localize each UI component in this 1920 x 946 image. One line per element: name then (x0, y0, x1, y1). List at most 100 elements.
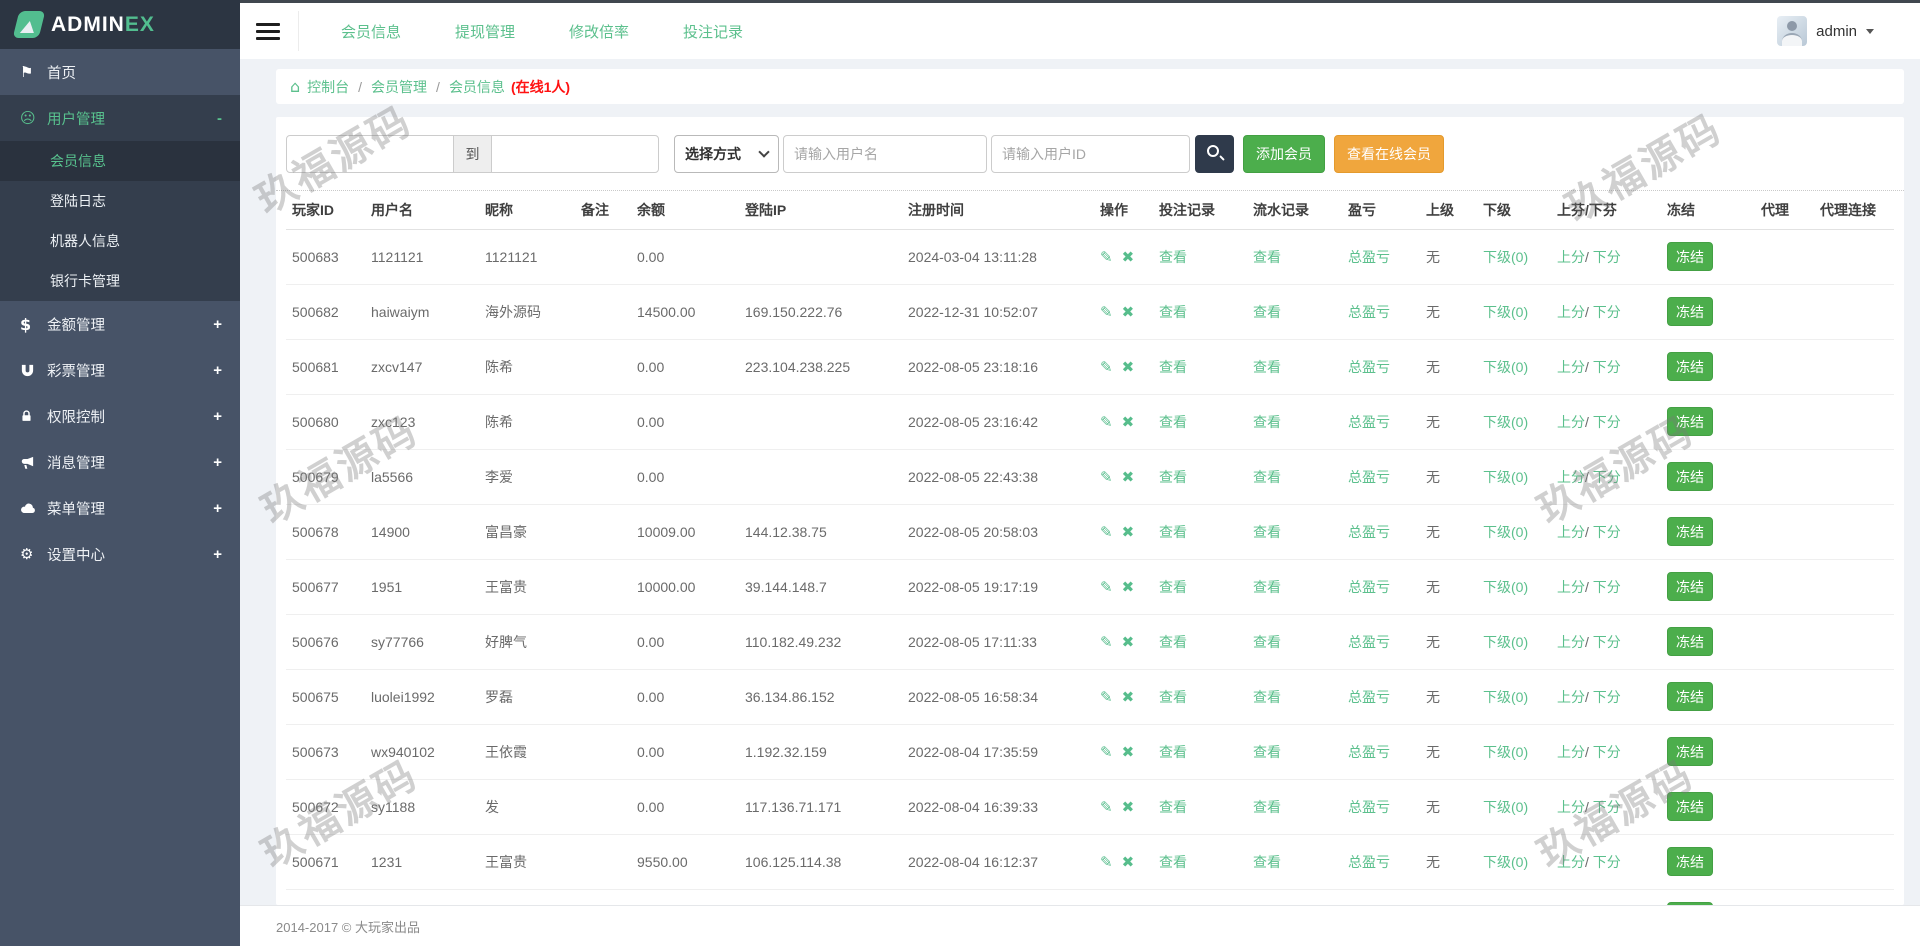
view-bets-link[interactable]: 查看 (1159, 634, 1187, 650)
sidebar-item-permission-control[interactable]: 权限控制 + (0, 393, 240, 439)
freeze-button[interactable]: 冻结 (1667, 847, 1713, 876)
breadcrumb-member-management[interactable]: 会员管理 (371, 77, 427, 97)
freeze-button[interactable]: 冻结 (1667, 572, 1713, 601)
expand-icon[interactable]: + (213, 454, 222, 471)
freeze-button[interactable]: 冻结 (1667, 627, 1713, 656)
expand-icon[interactable]: + (213, 408, 222, 425)
topnav-bet-records[interactable]: 投注记录 (683, 21, 743, 42)
search-button[interactable] (1195, 135, 1234, 173)
delete-icon[interactable]: ✖ (1122, 303, 1135, 321)
view-flow-link[interactable]: 查看 (1253, 689, 1281, 705)
score-up-link[interactable]: 上分 (1557, 744, 1585, 760)
edit-icon[interactable]: ✎ (1100, 413, 1113, 431)
view-bets-link[interactable]: 查看 (1159, 799, 1187, 815)
delete-icon[interactable]: ✖ (1122, 633, 1135, 651)
sidebar-item-home[interactable]: ⚑ 首页 (0, 49, 240, 95)
freeze-button[interactable]: 冻结 (1667, 792, 1713, 821)
view-flow-link[interactable]: 查看 (1253, 854, 1281, 870)
total-profit-link[interactable]: 总盈亏 (1348, 634, 1390, 650)
score-down-link[interactable]: 下分 (1589, 469, 1621, 485)
score-up-link[interactable]: 上分 (1557, 359, 1585, 375)
delete-icon[interactable]: ✖ (1122, 578, 1135, 596)
view-bets-link[interactable]: 查看 (1159, 414, 1187, 430)
view-bets-link[interactable]: 查看 (1159, 524, 1187, 540)
sidebar-item-lottery-management[interactable]: 彩票管理 + (0, 347, 240, 393)
score-down-link[interactable]: 下分 (1589, 579, 1621, 595)
view-flow-link[interactable]: 查看 (1253, 249, 1281, 265)
delete-icon[interactable]: ✖ (1122, 523, 1135, 541)
sidebar-item-amount-management[interactable]: $ 金额管理 + (0, 301, 240, 347)
add-member-button[interactable]: 添加会员 (1243, 135, 1325, 173)
sidebar-item-menu-management[interactable]: 菜单管理 + (0, 485, 240, 531)
edit-icon[interactable]: ✎ (1100, 798, 1113, 816)
score-down-link[interactable]: 下分 (1589, 689, 1621, 705)
delete-icon[interactable]: ✖ (1122, 743, 1135, 761)
view-bets-link[interactable]: 查看 (1159, 744, 1187, 760)
hamburger-menu-icon[interactable] (256, 23, 280, 40)
score-up-link[interactable]: 上分 (1557, 854, 1585, 870)
score-up-link[interactable]: 上分 (1557, 524, 1585, 540)
delete-icon[interactable]: ✖ (1122, 688, 1135, 706)
edit-icon[interactable]: ✎ (1100, 468, 1113, 486)
edit-icon[interactable]: ✎ (1100, 743, 1113, 761)
score-down-link[interactable]: 下分 (1589, 524, 1621, 540)
edit-icon[interactable]: ✎ (1100, 853, 1113, 871)
edit-icon[interactable]: ✎ (1100, 358, 1113, 376)
delete-icon[interactable]: ✖ (1122, 413, 1135, 431)
expand-icon[interactable]: + (213, 500, 222, 517)
total-profit-link[interactable]: 总盈亏 (1348, 579, 1390, 595)
total-profit-link[interactable]: 总盈亏 (1348, 854, 1390, 870)
sidebar-item-bankcard-management[interactable]: 银行卡管理 (0, 261, 240, 301)
total-profit-link[interactable]: 总盈亏 (1348, 744, 1390, 760)
subordinate-link[interactable]: 下级(0) (1483, 414, 1528, 430)
score-down-link[interactable]: 下分 (1589, 744, 1621, 760)
topnav-modify-rate[interactable]: 修改倍率 (569, 21, 629, 42)
view-flow-link[interactable]: 查看 (1253, 744, 1281, 760)
collapse-icon[interactable]: - (217, 110, 222, 127)
total-profit-link[interactable]: 总盈亏 (1348, 249, 1390, 265)
subordinate-link[interactable]: 下级(0) (1483, 524, 1528, 540)
topnav-withdraw-management[interactable]: 提现管理 (455, 21, 515, 42)
expand-icon[interactable]: + (213, 362, 222, 379)
score-up-link[interactable]: 上分 (1557, 634, 1585, 650)
total-profit-link[interactable]: 总盈亏 (1348, 689, 1390, 705)
total-profit-link[interactable]: 总盈亏 (1348, 799, 1390, 815)
edit-icon[interactable]: ✎ (1100, 578, 1113, 596)
freeze-button[interactable]: 冻结 (1667, 682, 1713, 711)
sidebar-item-robot-info[interactable]: 机器人信息 (0, 221, 240, 261)
view-bets-link[interactable]: 查看 (1159, 469, 1187, 485)
score-up-link[interactable]: 上分 (1557, 304, 1585, 320)
sidebar-item-user-management[interactable]: ☹ 用户管理 - (0, 95, 240, 141)
sidebar-item-settings-center[interactable]: ⚙ 设置中心 + (0, 531, 240, 577)
freeze-button[interactable]: 冻结 (1667, 737, 1713, 766)
username-input[interactable] (783, 135, 987, 173)
view-flow-link[interactable]: 查看 (1253, 524, 1281, 540)
subordinate-link[interactable]: 下级(0) (1483, 744, 1528, 760)
score-down-link[interactable]: 下分 (1589, 359, 1621, 375)
score-down-link[interactable]: 下分 (1589, 799, 1621, 815)
view-online-members-button[interactable]: 查看在线会员 (1334, 135, 1444, 173)
view-flow-link[interactable]: 查看 (1253, 799, 1281, 815)
app-logo[interactable]: ADMINEX (0, 0, 240, 49)
edit-icon[interactable]: ✎ (1100, 303, 1113, 321)
view-bets-link[interactable]: 查看 (1159, 249, 1187, 265)
freeze-button[interactable]: 冻结 (1667, 407, 1713, 436)
edit-icon[interactable]: ✎ (1100, 688, 1113, 706)
score-down-link[interactable]: 下分 (1589, 634, 1621, 650)
subordinate-link[interactable]: 下级(0) (1483, 634, 1528, 650)
delete-icon[interactable]: ✖ (1122, 798, 1135, 816)
score-up-link[interactable]: 上分 (1557, 414, 1585, 430)
search-mode-select[interactable]: 选择方式 (674, 135, 779, 173)
edit-icon[interactable]: ✎ (1100, 523, 1113, 541)
score-down-link[interactable]: 下分 (1589, 249, 1621, 265)
subordinate-link[interactable]: 下级(0) (1483, 469, 1528, 485)
total-profit-link[interactable]: 总盈亏 (1348, 469, 1390, 485)
freeze-button[interactable]: 冻结 (1667, 517, 1713, 546)
freeze-button[interactable]: 冻结 (1667, 242, 1713, 271)
delete-icon[interactable]: ✖ (1122, 358, 1135, 376)
subordinate-link[interactable]: 下级(0) (1483, 799, 1528, 815)
view-bets-link[interactable]: 查看 (1159, 854, 1187, 870)
subordinate-link[interactable]: 下级(0) (1483, 689, 1528, 705)
sidebar-item-member-info[interactable]: 会员信息 (0, 141, 240, 181)
view-flow-link[interactable]: 查看 (1253, 579, 1281, 595)
